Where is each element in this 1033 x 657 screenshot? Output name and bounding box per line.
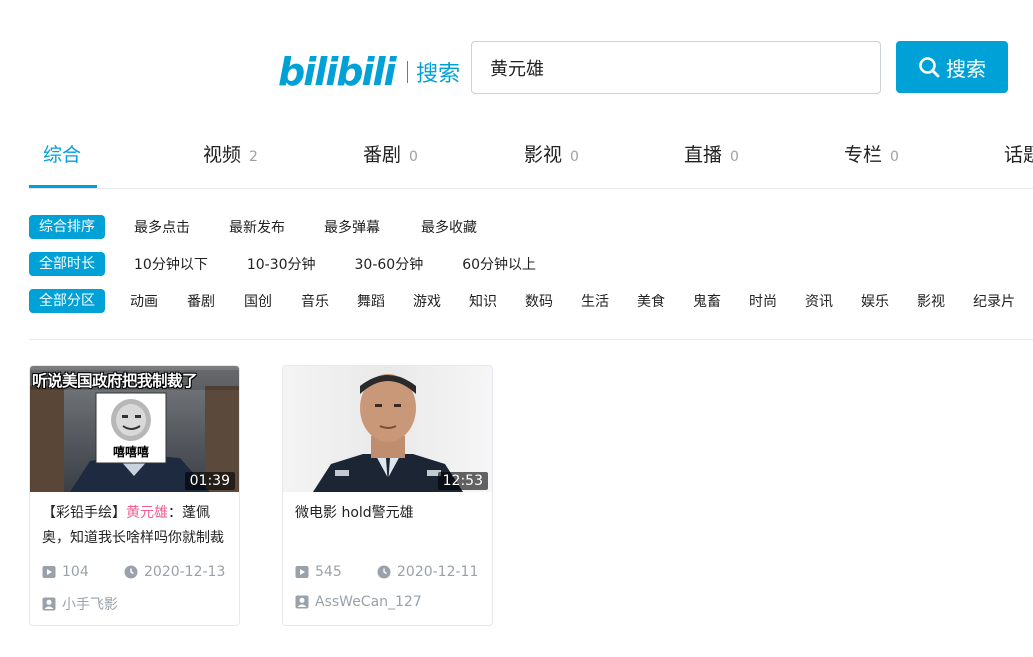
zone-option[interactable]: 番剧 [187, 291, 215, 311]
tab-label: 话题 [1004, 144, 1033, 166]
zone-selected[interactable]: 全部分区 [29, 289, 105, 313]
user-icon [295, 595, 309, 609]
logo-wordmark: bilibili [278, 50, 397, 94]
duration-filter-row: 全部时长 10分钟以下 10-30分钟 30-60分钟 60分钟以上 [29, 251, 536, 277]
tabs-divider [29, 188, 1033, 189]
play-icon [42, 566, 56, 578]
zone-option[interactable]: 娱乐 [861, 291, 889, 311]
video-duration: 01:39 [184, 472, 235, 490]
zone-option[interactable]: 舞蹈 [357, 291, 385, 311]
order-filter-row: 综合排序 最多点击 最新发布 最多弹幕 最多收藏 [29, 214, 477, 240]
video-title[interactable]: 微电影 hold警元雄 [295, 501, 481, 551]
tab-live[interactable]: 直播 0 [684, 140, 739, 170]
zone-option[interactable]: 鬼畜 [693, 291, 721, 311]
video-duration: 12:53 [437, 472, 488, 490]
search-button[interactable]: 搜索 [896, 41, 1008, 93]
zone-option[interactable]: 资讯 [805, 291, 833, 311]
order-option[interactable]: 最多弹幕 [324, 217, 380, 237]
active-tab-indicator [29, 185, 97, 188]
tab-count: 0 [570, 149, 579, 165]
logo-separator [406, 61, 409, 83]
order-selected[interactable]: 综合排序 [29, 215, 105, 239]
play-count: 104 [42, 564, 89, 580]
tab-all[interactable]: 综合 [43, 140, 81, 170]
user-icon [42, 597, 56, 611]
tab-video[interactable]: 视频 2 [203, 140, 258, 170]
thumbnail-caption: 听说美国政府把我制裁了 [32, 372, 198, 390]
logo-subtitle: 搜索 [416, 62, 461, 87]
tab-count: 0 [409, 149, 418, 165]
upload-date: 2020-12-11 [377, 564, 478, 580]
duration-option[interactable]: 60分钟以上 [462, 254, 536, 274]
video-thumbnail[interactable]: 12:53 [283, 366, 492, 492]
zone-option[interactable]: 美食 [637, 291, 665, 311]
zone-option[interactable]: 数码 [525, 291, 553, 311]
video-card[interactable]: 12:53 微电影 hold警元雄 545 2020-12-11 AssWeCa… [282, 365, 493, 626]
zone-option[interactable]: 国创 [244, 291, 272, 311]
author-name: 小手飞影 [62, 597, 118, 613]
play-count: 545 [295, 564, 342, 580]
upload-date: 2020-12-13 [124, 564, 225, 580]
zone-option[interactable]: 影视 [917, 291, 945, 311]
zone-option[interactable]: 生活 [581, 291, 609, 311]
duration-selected[interactable]: 全部时长 [29, 252, 105, 276]
title-keyword-highlight: 黄元雄 [126, 505, 168, 521]
zone-option[interactable]: 知识 [469, 291, 497, 311]
tab-film[interactable]: 影视 0 [524, 140, 579, 170]
duration-option[interactable]: 30-60分钟 [355, 254, 424, 274]
order-option[interactable]: 最新发布 [229, 217, 285, 237]
play-count-value: 104 [62, 564, 89, 580]
tab-bangumi[interactable]: 番剧 0 [363, 140, 418, 170]
tab-count: 0 [890, 149, 899, 165]
zone-option[interactable]: 时尚 [749, 291, 777, 311]
tab-label: 专栏 [844, 144, 883, 166]
results-divider [29, 339, 1033, 340]
tab-count: 2 [249, 149, 258, 165]
zone-option[interactable]: 音乐 [301, 291, 329, 311]
tab-label: 综合 [43, 144, 82, 166]
title-prefix: 【彩铅手绘】 [42, 505, 126, 521]
upload-date-value: 2020-12-11 [397, 564, 479, 580]
video-author[interactable]: AssWeCan_127 [295, 594, 422, 610]
video-card[interactable]: 听说美国政府把我制裁了 嘻嘻嘻 01:39 【彩铅手绘】黄元雄：蓬佩奥，知道我长… [29, 365, 240, 626]
tab-label: 直播 [684, 144, 723, 166]
upload-date-value: 2020-12-13 [144, 564, 226, 580]
duration-option[interactable]: 10分钟以下 [134, 254, 208, 274]
clock-icon [124, 565, 138, 579]
tab-label: 番剧 [363, 144, 402, 166]
zone-option[interactable]: 纪录片 [973, 291, 1015, 311]
author-name: AssWeCan_127 [315, 594, 422, 610]
sticker-text: 嘻嘻嘻 [112, 445, 149, 459]
title-prefix: 微电影 hold警元雄 [295, 505, 414, 521]
tab-count: 0 [730, 149, 739, 165]
video-author[interactable]: 小手飞影 [42, 594, 118, 614]
video-thumbnail[interactable]: 听说美国政府把我制裁了 嘻嘻嘻 01:39 [30, 366, 239, 492]
search-input[interactable] [471, 41, 881, 94]
duration-option[interactable]: 10-30分钟 [247, 254, 316, 274]
order-option[interactable]: 最多收藏 [421, 217, 477, 237]
tab-article[interactable]: 专栏 0 [844, 140, 899, 170]
zone-option[interactable]: 游戏 [413, 291, 441, 311]
clock-icon [377, 565, 391, 579]
tab-label: 视频 [203, 144, 242, 166]
order-option[interactable]: 最多点击 [134, 217, 190, 237]
zone-option[interactable]: 动画 [130, 291, 158, 311]
play-icon [295, 566, 309, 578]
search-icon [919, 57, 940, 78]
play-count-value: 545 [315, 564, 342, 580]
search-button-label: 搜索 [946, 56, 986, 81]
tab-topic[interactable]: 话题 [1004, 140, 1033, 170]
video-title[interactable]: 【彩铅手绘】黄元雄：蓬佩奥，知道我长啥样吗你就制裁我？ [42, 501, 228, 551]
zone-filter-row: 全部分区 动画 番剧 国创 音乐 舞蹈 游戏 知识 数码 生活 美食 鬼畜 时尚… [29, 288, 1015, 314]
tab-label: 影视 [524, 144, 563, 166]
bilibili-logo[interactable]: bilibili 搜索 [278, 50, 460, 94]
header: bilibili 搜索 搜索 [0, 0, 1033, 120]
